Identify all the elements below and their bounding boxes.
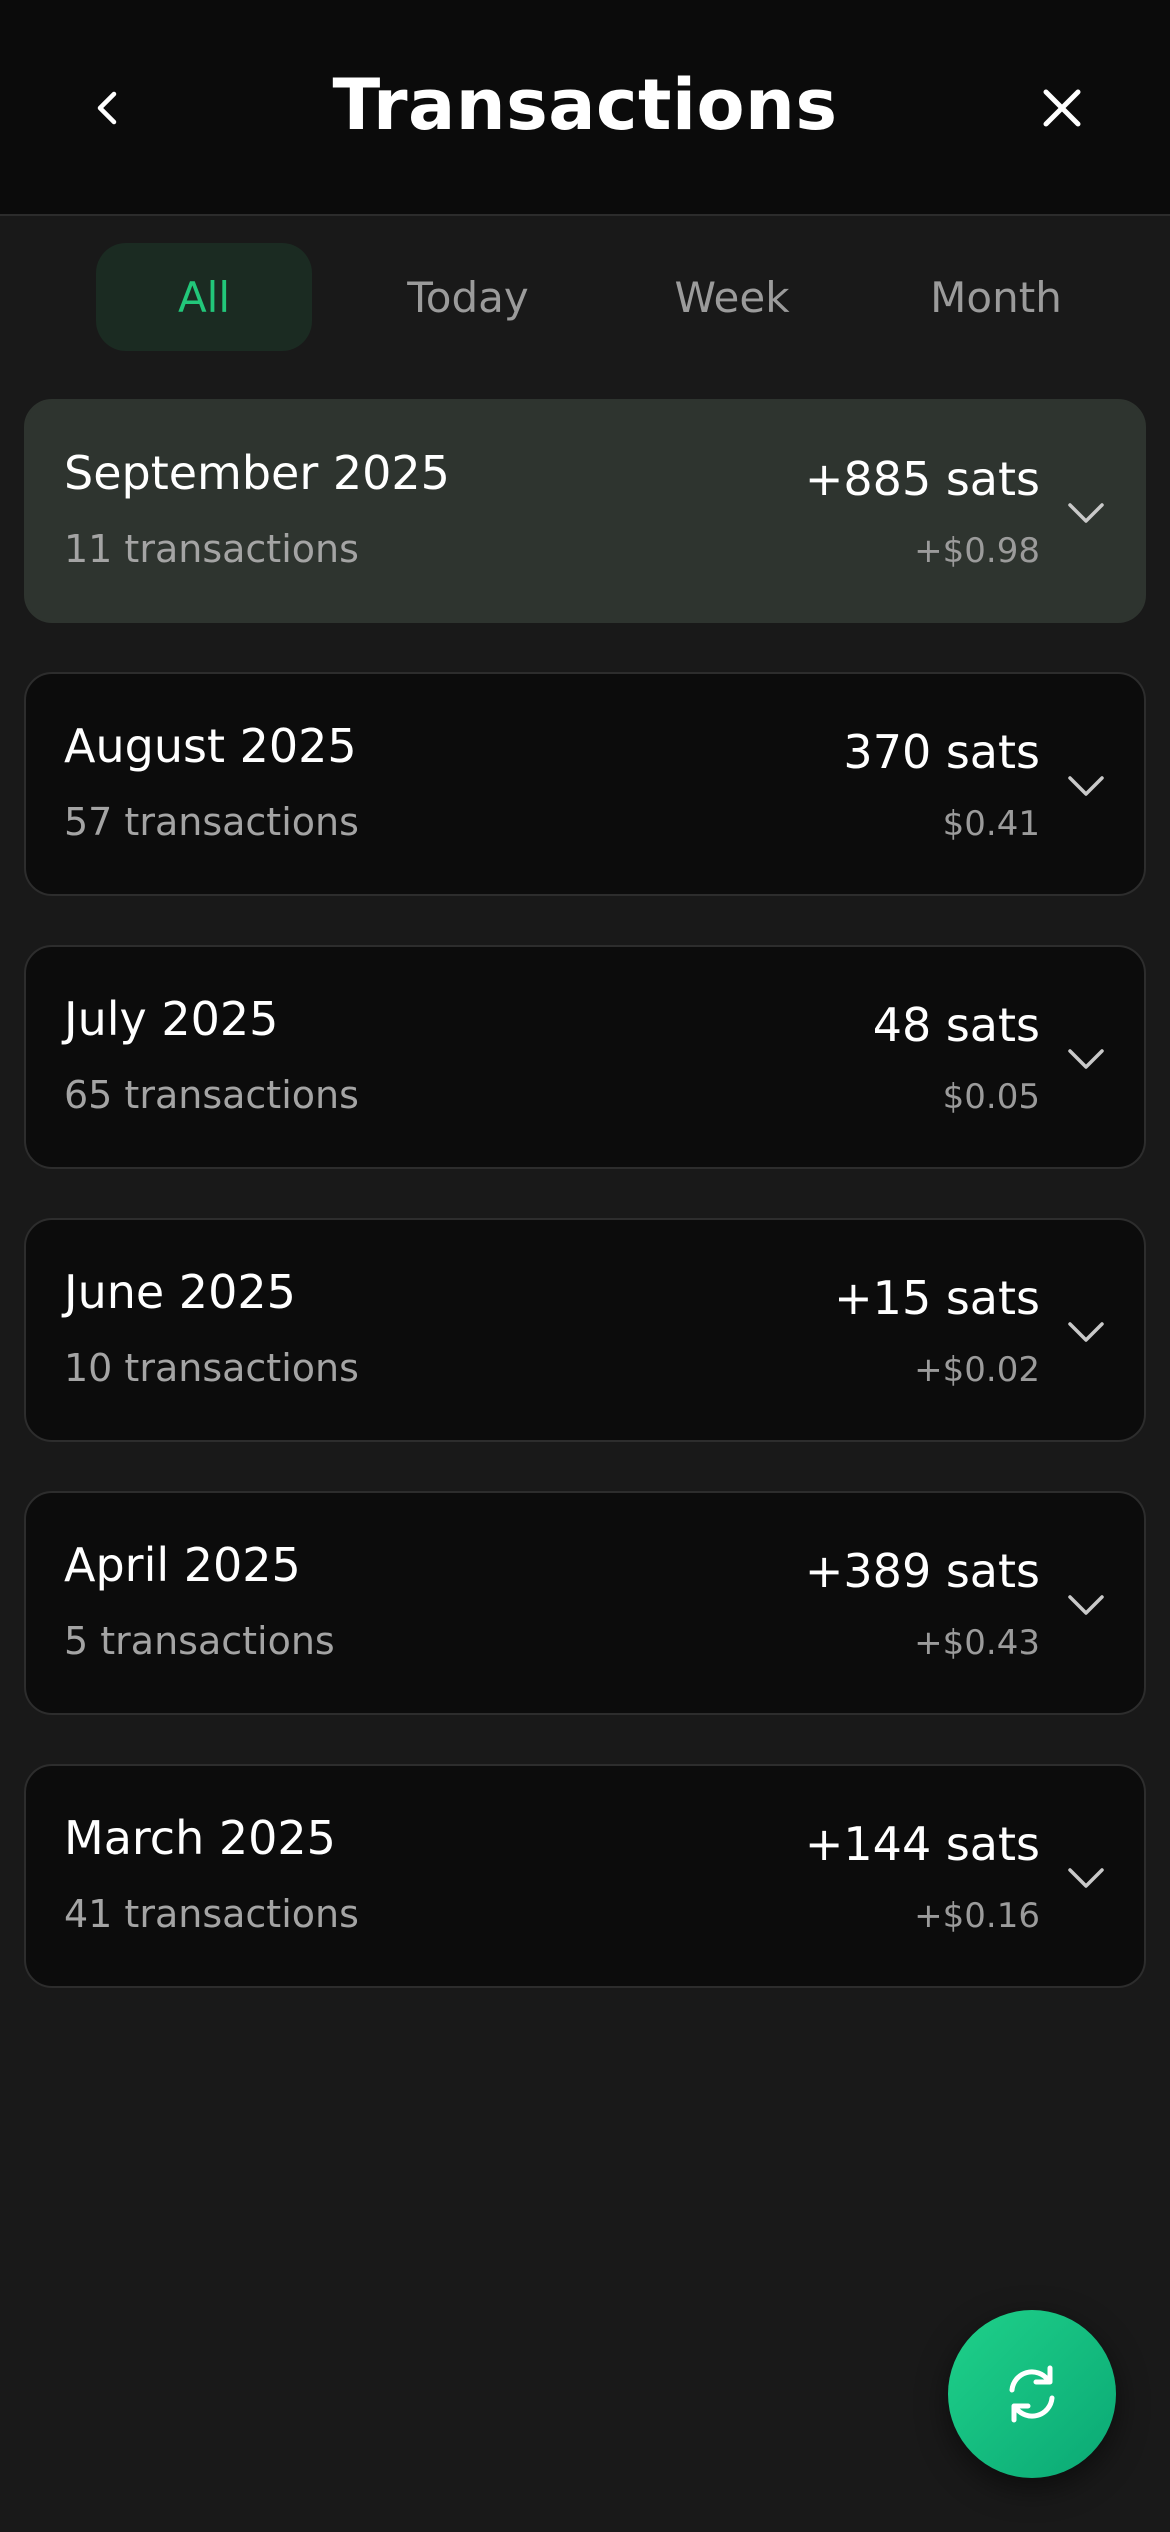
tab-week[interactable]: Week [624, 243, 840, 351]
group-month-label: June 2025 [64, 1265, 296, 1319]
close-icon [1043, 89, 1081, 127]
chevron-down-icon[interactable] [1066, 766, 1106, 806]
chevron-down-icon[interactable] [1066, 1858, 1106, 1898]
close-button[interactable] [1012, 58, 1112, 158]
refresh-icon [1009, 2365, 1055, 2423]
group-month-label: September 2025 [64, 446, 450, 500]
group-month-label: August 2025 [64, 719, 357, 773]
chevron-down-icon[interactable] [1066, 493, 1106, 533]
chevron-down-icon[interactable] [1066, 1585, 1106, 1625]
group-sats-total: 370 sats [843, 725, 1040, 779]
group-usd-total: $0.05 [942, 1077, 1040, 1117]
group-month-label: April 2025 [64, 1538, 301, 1592]
group-month-label: March 2025 [64, 1811, 336, 1865]
refresh-button[interactable] [948, 2310, 1116, 2478]
group-usd-total: +$0.02 [914, 1350, 1040, 1390]
group-usd-total: +$0.98 [914, 531, 1040, 571]
group-sats-total: +389 sats [804, 1544, 1040, 1598]
month-group-september-2025[interactable]: September 2025 11 transactions +885 sats… [24, 399, 1146, 623]
month-group-july-2025[interactable]: July 2025 65 transactions 48 sats $0.05 [24, 945, 1146, 1169]
group-month-label: July 2025 [64, 992, 279, 1046]
group-transaction-count: 5 transactions [64, 1619, 335, 1663]
month-group-august-2025[interactable]: August 2025 57 transactions 370 sats $0.… [24, 672, 1146, 896]
month-group-april-2025[interactable]: April 2025 5 transactions +389 sats +$0.… [24, 1491, 1146, 1715]
group-sats-total: +885 sats [804, 452, 1040, 506]
group-transaction-count: 41 transactions [64, 1892, 359, 1936]
month-group-march-2025[interactable]: March 2025 41 transactions +144 sats +$0… [24, 1764, 1146, 1988]
group-sats-total: +144 sats [804, 1817, 1040, 1871]
month-group-june-2025[interactable]: June 2025 10 transactions +15 sats +$0.0… [24, 1218, 1146, 1442]
filter-tabs: All Today Week Month [0, 243, 1170, 351]
tab-month[interactable]: Month [888, 243, 1104, 351]
group-usd-total: +$0.43 [914, 1623, 1040, 1663]
chevron-down-icon[interactable] [1066, 1312, 1106, 1352]
tab-all[interactable]: All [96, 243, 312, 351]
group-sats-total: 48 sats [872, 998, 1040, 1052]
group-transaction-count: 57 transactions [64, 800, 359, 844]
tab-today[interactable]: Today [360, 243, 576, 351]
group-usd-total: $0.41 [942, 804, 1040, 844]
group-transaction-count: 11 transactions [64, 527, 359, 571]
group-sats-total: +15 sats [834, 1271, 1040, 1325]
page-title: Transactions [332, 64, 838, 146]
app-header: Transactions [0, 0, 1170, 216]
group-transaction-count: 65 transactions [64, 1073, 359, 1117]
group-usd-total: +$0.16 [914, 1896, 1040, 1936]
group-transaction-count: 10 transactions [64, 1346, 359, 1390]
chevron-down-icon[interactable] [1066, 1039, 1106, 1079]
